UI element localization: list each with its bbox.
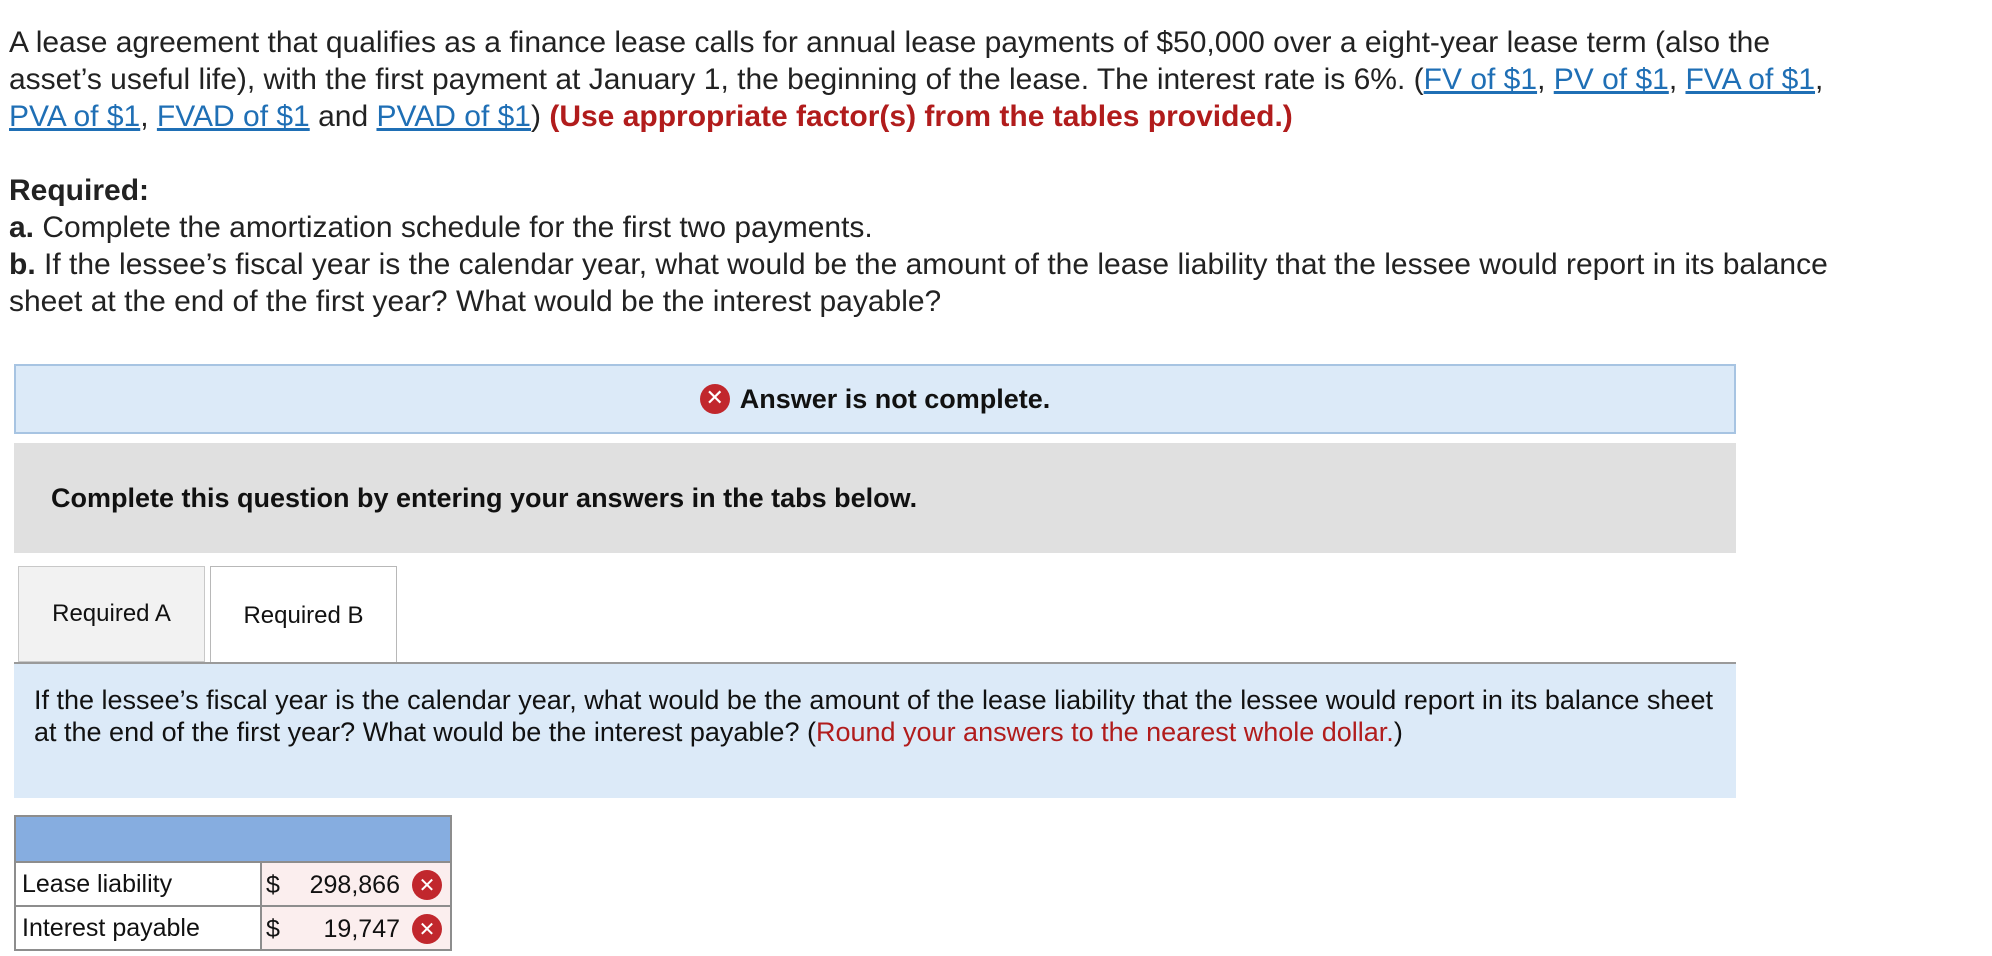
answer-table-header <box>14 815 452 863</box>
close-icon: ✕ <box>699 384 730 414</box>
interest-payable-input[interactable]: $ 19,747 ✕ <box>260 905 452 951</box>
lease-liability-value: 298,866 <box>309 871 400 899</box>
separator: , <box>1668 63 1686 96</box>
incorrect-icon: ✕ <box>412 870 442 900</box>
instruction-box: Complete this question by entering your … <box>14 443 1736 553</box>
tab-required-b[interactable]: Required B <box>210 566 397 664</box>
currency-symbol: $ <box>266 871 280 899</box>
answer-status-banner: ✕ Answer is not complete. <box>14 364 1736 434</box>
incorrect-icon: ✕ <box>412 914 442 944</box>
required-a-text: Complete the amortization schedule for t… <box>34 211 873 244</box>
table-header-cell <box>14 815 452 863</box>
separator: , <box>140 100 157 133</box>
separator: ) <box>531 100 550 133</box>
required-heading: Required: <box>9 174 150 207</box>
factor-instruction: (Use appropriate factor(s) from the tabl… <box>549 100 1293 133</box>
separator: and <box>309 100 377 133</box>
tab-required-a[interactable]: Required A <box>18 566 205 662</box>
row-label: Interest payable <box>14 905 262 951</box>
required-a-prefix: a. <box>9 211 35 244</box>
currency-symbol: $ <box>266 915 280 943</box>
link-pva[interactable]: PVA of $1 <box>9 100 140 133</box>
required-b: b. If the lessee’s fiscal year is the ca… <box>9 246 1859 320</box>
required-a: a. Complete the amortization schedule fo… <box>9 209 1859 246</box>
rounding-hint: Round your answers to the nearest whole … <box>815 717 1394 747</box>
separator: , <box>1815 63 1824 96</box>
link-pvad[interactable]: PVAD of $1 <box>376 100 531 133</box>
required-b-text: If the lessee’s fiscal year is the calen… <box>9 248 1828 318</box>
link-pv[interactable]: PV of $1 <box>1554 63 1669 96</box>
panel-close: ) <box>1393 717 1403 747</box>
table-row: Interest payable $ 19,747 ✕ <box>14 905 452 951</box>
link-fvad[interactable]: FVAD of $1 <box>157 100 310 133</box>
required-b-prefix: b. <box>9 248 36 281</box>
link-fv[interactable]: FV of $1 <box>1424 63 1537 96</box>
answer-table: Lease liability $ 298,866 ✕ Interest pay… <box>14 815 452 951</box>
answer-status-text: Answer is not complete. <box>739 383 1051 414</box>
link-fva[interactable]: FVA of $1 <box>1685 63 1815 96</box>
instruction-text: Complete this question by entering your … <box>51 482 918 513</box>
required-section: Required: a. Complete the amortization s… <box>9 172 1859 320</box>
tab-panel-required-b: If the lessee’s fiscal year is the calen… <box>14 664 1736 798</box>
interest-payable-value: 19,747 <box>323 915 400 943</box>
problem-statement: A lease agreement that qualifies as a fi… <box>9 24 1859 135</box>
row-label: Lease liability <box>14 861 262 907</box>
separator: , <box>1537 63 1554 96</box>
table-row: Lease liability $ 298,866 ✕ <box>14 861 452 907</box>
lease-liability-input[interactable]: $ 298,866 ✕ <box>260 861 452 907</box>
page: A lease agreement that qualifies as a fi… <box>0 0 1992 956</box>
